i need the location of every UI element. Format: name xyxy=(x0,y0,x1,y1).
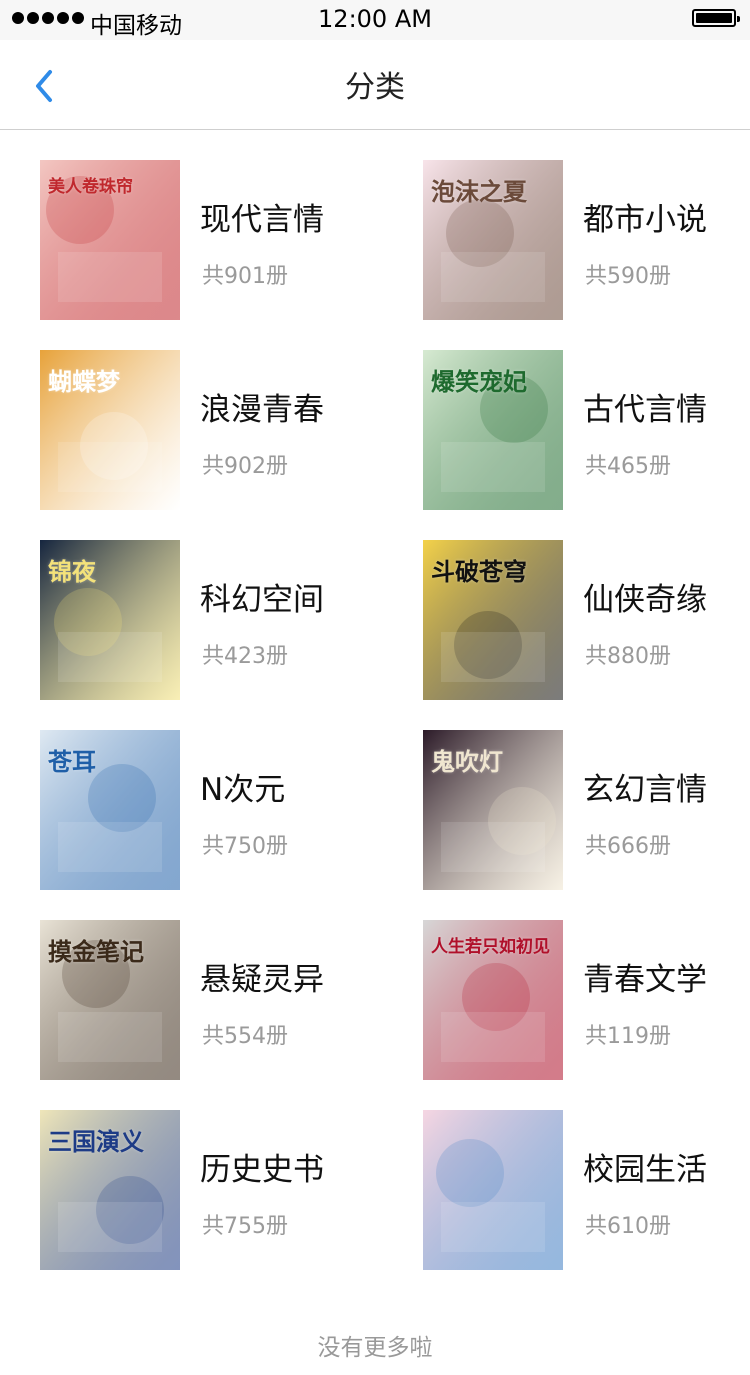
category-name: 历史史书 xyxy=(200,1152,324,1188)
category-item[interactable]: 摸金笔记悬疑灵异共554册 xyxy=(40,920,380,1080)
category-item[interactable]: 斗破苍穹仙侠奇缘共880册 xyxy=(423,540,750,700)
book-cover-title: 苍耳 xyxy=(48,747,96,776)
category-item[interactable]: 爆笑宠妃古代言情共465册 xyxy=(423,350,750,510)
category-item[interactable]: 人生若只如初见青春文学共119册 xyxy=(423,920,750,1080)
category-name: 悬疑灵异 xyxy=(200,962,324,998)
book-cover-title: 爆笑宠妃 xyxy=(431,367,527,396)
category-book-count: 共590册 xyxy=(585,264,671,289)
category-name: 都市小说 xyxy=(583,202,707,238)
category-book-count: 共554册 xyxy=(202,1024,288,1049)
category-book-count: 共755册 xyxy=(202,1214,288,1239)
category-book-count: 共750册 xyxy=(202,834,288,859)
book-cover-image: 美人卷珠帘 xyxy=(40,160,180,320)
book-cover-image: 蝴蝶梦 xyxy=(40,350,180,510)
category-book-count: 共465册 xyxy=(585,454,671,479)
book-cover-image: 苍耳 xyxy=(40,730,180,890)
book-cover-title: 锦夜 xyxy=(48,557,96,586)
category-item[interactable]: 锦夜科幻空间共423册 xyxy=(40,540,380,700)
category-name: 浪漫青春 xyxy=(200,392,324,428)
category-name: 校园生活 xyxy=(583,1152,707,1188)
book-cover-title: 摸金笔记 xyxy=(48,937,144,966)
book-cover-image: 三国演义 xyxy=(40,1110,180,1270)
category-item[interactable]: 校园生活共610册 xyxy=(423,1110,750,1270)
category-book-count: 共610册 xyxy=(585,1214,671,1239)
category-name: 古代言情 xyxy=(583,392,707,428)
book-cover-image: 锦夜 xyxy=(40,540,180,700)
category-name: 科幻空间 xyxy=(200,582,324,618)
book-cover-title: 蝴蝶梦 xyxy=(48,367,120,396)
book-cover-title: 泡沫之夏 xyxy=(431,177,527,206)
battery-icon xyxy=(692,9,740,27)
category-name: 玄幻言情 xyxy=(583,772,707,808)
category-book-count: 共423册 xyxy=(202,644,288,669)
book-cover-title: 斗破苍穹 xyxy=(431,557,527,586)
category-item[interactable]: 三国演义历史史书共755册 xyxy=(40,1110,380,1270)
category-name: 现代言情 xyxy=(200,202,324,238)
book-cover-title: 美人卷珠帘 xyxy=(48,177,133,197)
category-name: 仙侠奇缘 xyxy=(583,582,707,618)
navigation-bar: 分类 xyxy=(0,40,750,130)
category-item[interactable]: 鬼吹灯玄幻言情共666册 xyxy=(423,730,750,890)
status-bar: 中国移动 12:00 AM xyxy=(0,0,750,40)
status-time: 12:00 AM xyxy=(318,5,432,33)
category-item[interactable]: 苍耳 N次元共750册 xyxy=(40,730,380,890)
category-name: 青春文学 xyxy=(583,962,707,998)
category-item[interactable]: 蝴蝶梦浪漫青春共902册 xyxy=(40,350,380,510)
book-cover-image: 爆笑宠妃 xyxy=(423,350,563,510)
category-book-count: 共902册 xyxy=(202,454,288,479)
category-name: N次元 xyxy=(200,772,286,808)
book-cover-image: 泡沫之夏 xyxy=(423,160,563,320)
category-item[interactable]: 美人卷珠帘现代言情共901册 xyxy=(40,160,380,320)
no-more-indicator: 没有更多啦 xyxy=(317,1335,433,1361)
book-cover-title: 鬼吹灯 xyxy=(431,747,503,776)
book-cover-image xyxy=(423,1110,563,1270)
category-book-count: 共880册 xyxy=(585,644,671,669)
category-item[interactable]: 泡沫之夏都市小说共590册 xyxy=(423,160,750,320)
book-cover-image: 鬼吹灯 xyxy=(423,730,563,890)
book-cover-image: 人生若只如初见 xyxy=(423,920,563,1080)
category-book-count: 共901册 xyxy=(202,264,288,289)
book-cover-image: 摸金笔记 xyxy=(40,920,180,1080)
book-cover-title: 人生若只如初见 xyxy=(431,937,550,957)
book-cover-image: 斗破苍穹 xyxy=(423,540,563,700)
page-title: 分类 xyxy=(345,70,405,105)
category-book-count: 共119册 xyxy=(585,1024,671,1049)
category-book-count: 共666册 xyxy=(585,834,671,859)
book-cover-title: 三国演义 xyxy=(48,1127,144,1156)
